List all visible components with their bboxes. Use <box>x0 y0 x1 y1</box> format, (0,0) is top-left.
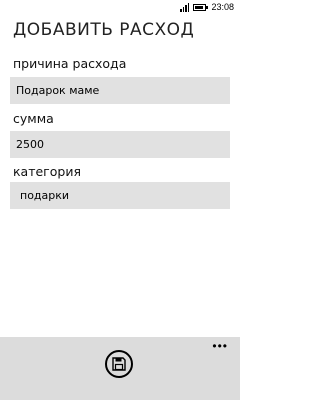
reason-input[interactable]: Подарок маме <box>10 77 230 104</box>
amount-input[interactable]: 2500 <box>10 131 230 158</box>
save-icon <box>112 357 126 371</box>
status-bar: 23:08 <box>0 0 240 14</box>
reason-label: причина расхода <box>13 56 127 71</box>
category-select[interactable]: подарки <box>10 182 230 209</box>
save-button[interactable] <box>105 350 133 378</box>
signal-strength-icon <box>180 2 190 12</box>
battery-icon <box>193 3 209 11</box>
page-title: ДОБАВИТЬ РАСХОД <box>13 20 195 40</box>
more-icon[interactable]: ••• <box>212 340 228 352</box>
amount-label: сумма <box>13 111 54 126</box>
category-label: категория <box>13 164 81 179</box>
status-time: 23:08 <box>211 2 234 12</box>
app-bar: ••• <box>0 337 240 400</box>
